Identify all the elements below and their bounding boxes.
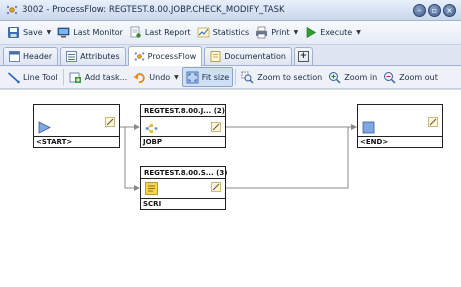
- edit-icon[interactable]: [211, 182, 221, 192]
- connector-scri-end[interactable]: [226, 127, 349, 189]
- flow-node-start[interactable]: <START>: [33, 104, 120, 148]
- tab-header[interactable]: Header: [3, 47, 59, 65]
- add-task-icon: [69, 71, 82, 84]
- toolbar-separator: [235, 69, 237, 85]
- edit-icon[interactable]: [428, 117, 438, 127]
- node-separator: [141, 136, 225, 137]
- node-label: <END>: [360, 138, 389, 146]
- node-title-separator: [141, 178, 225, 179]
- statistics-button[interactable]: Statistics: [194, 23, 253, 43]
- statistics-icon: [197, 26, 210, 39]
- fit-size-icon: [186, 71, 199, 84]
- close-button[interactable]: ×: [443, 4, 456, 17]
- toolbar-separator: [62, 69, 64, 85]
- job-plan-icon: [145, 122, 158, 135]
- monitor-icon: [57, 26, 70, 39]
- minimize-button[interactable]: –: [413, 4, 426, 17]
- header-icon: [9, 51, 20, 62]
- last-monitor-button[interactable]: Last Monitor: [54, 23, 126, 43]
- undo-icon: [133, 71, 146, 84]
- chevron-down-icon[interactable]: ▼: [174, 74, 179, 81]
- flow-node-scri[interactable]: REGTEST.8.00.S... (3) SCRI: [140, 166, 228, 210]
- node-label: JOBP: [143, 138, 163, 146]
- node-title-separator: [141, 116, 225, 117]
- save-icon: [7, 26, 20, 39]
- zoom-out-icon: [383, 71, 396, 84]
- script-icon: [145, 182, 158, 195]
- last-report-button[interactable]: Last Report: [126, 23, 194, 43]
- fit-size-button[interactable]: Fit size: [181, 67, 234, 87]
- print-button[interactable]: Print ▼: [252, 23, 301, 43]
- edit-icon[interactable]: [211, 122, 221, 132]
- flow-node-end[interactable]: <END>: [357, 104, 443, 148]
- tab-documentation[interactable]: Documentation: [204, 47, 292, 65]
- node-separator: [141, 198, 225, 199]
- chevron-down-icon[interactable]: ▼: [294, 29, 299, 36]
- line-tool-icon: [7, 71, 20, 84]
- processflow-toolbar: Line Tool Add task... Undo ▼ Fit size Zo…: [0, 66, 461, 89]
- edit-icon[interactable]: [105, 117, 115, 127]
- flow-node-jobp[interactable]: REGTEST.8.00.J... (2) JOBP: [140, 104, 226, 148]
- tab-attributes[interactable]: Attributes: [60, 47, 126, 65]
- undo-button[interactable]: Undo ▼: [130, 67, 182, 87]
- printer-icon: [255, 26, 268, 39]
- zoom-section-icon: [241, 71, 254, 84]
- main-toolbar: Save ▼ Last Monitor Last Report Statisti…: [0, 21, 461, 45]
- chevron-down-icon[interactable]: ▼: [47, 29, 52, 36]
- node-label: <START>: [36, 138, 73, 146]
- documentation-icon: [210, 51, 221, 62]
- add-task-button[interactable]: Add task...: [66, 67, 131, 87]
- node-title: REGTEST.8.00.S... (3): [144, 169, 228, 177]
- stop-square-icon: [362, 121, 375, 134]
- zoom-in-button[interactable]: Zoom in: [325, 67, 380, 87]
- connector-start-scri[interactable]: [124, 127, 140, 191]
- processflow-canvas[interactable]: <START> REGTEST.8.00.J... (2) JOBP REGTE…: [0, 89, 461, 287]
- node-separator: [358, 136, 442, 137]
- processflow-icon: [134, 51, 145, 62]
- attributes-icon: [66, 51, 78, 62]
- maximize-button[interactable]: ▫: [428, 4, 441, 17]
- tab-bar: Header Attributes ProcessFlow Documentat…: [0, 45, 461, 66]
- node-separator: [34, 136, 119, 137]
- line-tool-button[interactable]: Line Tool: [4, 67, 61, 87]
- play-icon: [304, 26, 317, 39]
- tab-processflow[interactable]: ProcessFlow: [127, 46, 203, 66]
- zoom-out-button[interactable]: Zoom out: [380, 67, 441, 87]
- processflow-icon: [6, 4, 18, 16]
- start-triangle-icon: [38, 121, 51, 134]
- execute-button[interactable]: Execute ▼: [301, 23, 364, 43]
- window-title: 3002 - ProcessFlow: REGTEST.8.00.JOBP.CH…: [22, 5, 285, 15]
- node-title: REGTEST.8.00.J... (2): [144, 107, 225, 115]
- plus-icon: +: [297, 51, 309, 62]
- tab-add[interactable]: +: [293, 47, 313, 65]
- chevron-down-icon[interactable]: ▼: [356, 29, 361, 36]
- zoom-in-icon: [328, 71, 341, 84]
- node-label: SCRI: [143, 200, 162, 208]
- report-icon: [129, 26, 142, 39]
- window-titlebar: 3002 - ProcessFlow: REGTEST.8.00.JOBP.CH…: [0, 0, 461, 21]
- save-button[interactable]: Save ▼: [4, 23, 54, 43]
- zoom-to-section-button[interactable]: Zoom to section: [238, 67, 325, 87]
